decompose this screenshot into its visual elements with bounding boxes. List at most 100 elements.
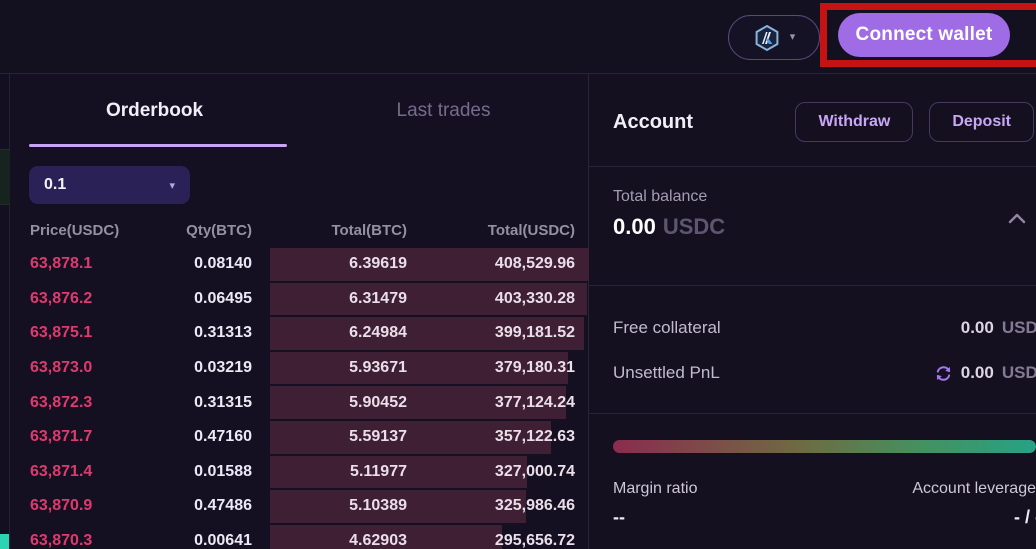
total-usdc-cell: 327,000.74	[494, 462, 575, 480]
account-leverage-value: - / -	[1014, 507, 1036, 527]
orderbook-row[interactable]: 63,876.2 0.06495 6.31479 403,330.28	[10, 282, 588, 317]
price-cell: 63,871.4	[30, 462, 93, 480]
price-cell: 63,870.3	[30, 532, 93, 549]
tab-last-trades[interactable]: Last trades	[299, 74, 588, 147]
margin-ratio-gradient-bar	[613, 440, 1036, 453]
tick-size-dropdown[interactable]: 0.1 ▾	[29, 166, 190, 204]
total-btc-cell: 5.90452	[349, 393, 407, 411]
margin-ratio-label: Margin ratio	[613, 480, 698, 497]
total-btc-cell: 5.10389	[349, 497, 407, 515]
balance-amount: 0.00	[613, 214, 656, 239]
col-total-usdc: Total(USDC)	[487, 222, 575, 239]
orderbook-row[interactable]: 63,873.0 0.03219 5.93671 379,180.31	[10, 351, 588, 386]
unsettled-pnl-row: Unsettled PnL 0.00 USDC	[613, 355, 1036, 391]
orderbook-row[interactable]: 63,872.3 0.31315 5.90452 377,124.24	[10, 385, 588, 420]
orderbook-row[interactable]: 63,870.3 0.00641 4.62903 295,656.72	[10, 524, 588, 549]
withdraw-button[interactable]: Withdraw	[795, 102, 914, 142]
chevron-up-icon[interactable]	[1008, 213, 1026, 224]
refresh-icon[interactable]	[934, 364, 953, 383]
qty-cell: 0.00641	[194, 532, 252, 549]
chevron-down-icon: ▾	[789, 31, 796, 43]
unsettled-pnl-value: 0.00 USDC	[934, 363, 1036, 383]
orderbook-header-row: Price(USDC) Qty(BTC) Total(BTC) Total(US…	[10, 214, 588, 247]
teal-panel-fragment	[0, 534, 9, 549]
col-price: Price(USDC)	[30, 222, 120, 239]
risk-section: Margin ratio -- Account leverage - / -	[589, 414, 1036, 528]
account-actions: Withdraw Deposit	[795, 102, 1034, 142]
account-title: Account	[613, 110, 693, 133]
col-total-btc: Total(BTC)	[331, 222, 407, 239]
balance-currency: USDC	[662, 214, 726, 239]
tab-orderbook[interactable]: Orderbook	[10, 74, 299, 147]
margin-ratio-cell: Margin ratio --	[613, 480, 697, 528]
total-balance-label: Total balance	[613, 188, 708, 205]
left-panel-fragment	[0, 149, 10, 205]
orderbook-row[interactable]: 63,871.4 0.01588 5.11977 327,000.74	[10, 455, 588, 490]
deposit-button[interactable]: Deposit	[929, 102, 1034, 142]
total-balance-section: Total balance 0.00 USDC	[589, 167, 1036, 286]
free-collateral-row: Free collateral 0.00 USDC	[613, 310, 1036, 346]
qty-cell: 0.08140	[194, 255, 252, 273]
total-btc-cell: 5.93671	[349, 359, 407, 377]
network-selector[interactable]: ▾	[728, 15, 820, 60]
qty-cell: 0.31313	[194, 324, 252, 342]
qty-cell: 0.03219	[194, 359, 252, 377]
total-usdc-cell: 403,330.28	[494, 289, 575, 307]
main-area: Orderbook Last trades 0.1 ▾ Price(USDC) …	[0, 74, 1036, 549]
account-header: Account Withdraw Deposit	[589, 74, 1036, 167]
account-leverage-cell: Account leverage - / -	[912, 480, 1036, 528]
col-qty: Qty(BTC)	[186, 222, 252, 239]
orderbook-row[interactable]: 63,878.1 0.08140 6.39619 408,529.96	[10, 247, 591, 282]
account-panel: Account Withdraw Deposit Total balance 0…	[589, 74, 1036, 549]
orderbook-tabs: Orderbook Last trades	[10, 74, 588, 147]
orderbook-panel: Orderbook Last trades 0.1 ▾ Price(USDC) …	[10, 74, 591, 549]
orderbook-rows: 63,878.1 0.08140 6.39619 408,529.96 63,8…	[10, 247, 591, 549]
total-usdc-cell: 295,656.72	[494, 532, 575, 549]
total-btc-cell: 6.31479	[349, 289, 407, 307]
price-cell: 63,876.2	[30, 289, 93, 307]
top-bar: ▾ Connect wallet	[0, 0, 1036, 74]
qty-cell: 0.01588	[194, 462, 252, 480]
connect-wallet-button[interactable]: Connect wallet	[838, 13, 1010, 57]
total-btc-cell: 5.11977	[350, 462, 407, 480]
total-btc-cell: 4.62903	[349, 532, 407, 549]
trading-app-screen: ▾ Connect wallet Orderbook Last trades 0…	[0, 0, 1036, 549]
arbitrum-hexagon-icon	[753, 24, 781, 52]
qty-cell: 0.06495	[194, 289, 252, 307]
annotation-highlight-box: Connect wallet	[820, 3, 1036, 67]
qty-cell: 0.31315	[194, 393, 252, 411]
price-cell: 63,875.1	[30, 324, 93, 342]
risk-labels: Margin ratio -- Account leverage - / -	[613, 480, 1036, 528]
total-usdc-cell: 399,181.52	[494, 324, 575, 342]
total-usdc-cell: 408,529.96	[494, 255, 575, 273]
qty-cell: 0.47160	[194, 428, 252, 446]
price-cell: 63,870.9	[30, 497, 93, 515]
margin-ratio-value: --	[613, 507, 625, 527]
account-leverage-label: Account leverage	[912, 480, 1036, 497]
total-usdc-cell: 325,986.46	[494, 497, 575, 515]
orderbook-row[interactable]: 63,871.7 0.47160 5.59137 357,122.63	[10, 420, 588, 455]
price-cell: 63,872.3	[30, 393, 93, 411]
orderbook-row[interactable]: 63,875.1 0.31313 6.24984 399,181.52	[10, 316, 588, 351]
total-usdc-cell: 357,122.63	[494, 428, 575, 446]
total-btc-cell: 6.39619	[349, 255, 407, 273]
price-cell: 63,871.7	[30, 428, 93, 446]
total-btc-cell: 5.59137	[349, 428, 407, 446]
free-collateral-value: 0.00 USDC	[960, 318, 1036, 337]
collateral-section: Free collateral 0.00 USDC Unsettled PnL	[589, 286, 1036, 414]
total-usdc-cell: 379,180.31	[494, 359, 575, 377]
tab-orderbook-label: Orderbook	[105, 99, 204, 121]
orderbook-row[interactable]: 63,870.9 0.47486 5.10389 325,986.46	[10, 489, 588, 524]
free-collateral-label: Free collateral	[613, 318, 721, 337]
total-balance-value: 0.00 USDC	[613, 214, 1036, 240]
price-cell: 63,873.0	[30, 359, 93, 377]
tab-last-trades-label: Last trades	[396, 99, 491, 121]
total-usdc-cell: 377,124.24	[494, 393, 575, 411]
tick-size-value: 0.1	[44, 176, 67, 193]
price-cell: 63,878.1	[30, 255, 93, 273]
orderbook-controls: 0.1 ▾	[10, 147, 588, 214]
total-btc-cell: 6.24984	[349, 324, 407, 342]
qty-cell: 0.47486	[194, 497, 252, 515]
chevron-down-icon: ▾	[169, 179, 175, 192]
unsettled-pnl-label: Unsettled PnL	[613, 363, 720, 382]
